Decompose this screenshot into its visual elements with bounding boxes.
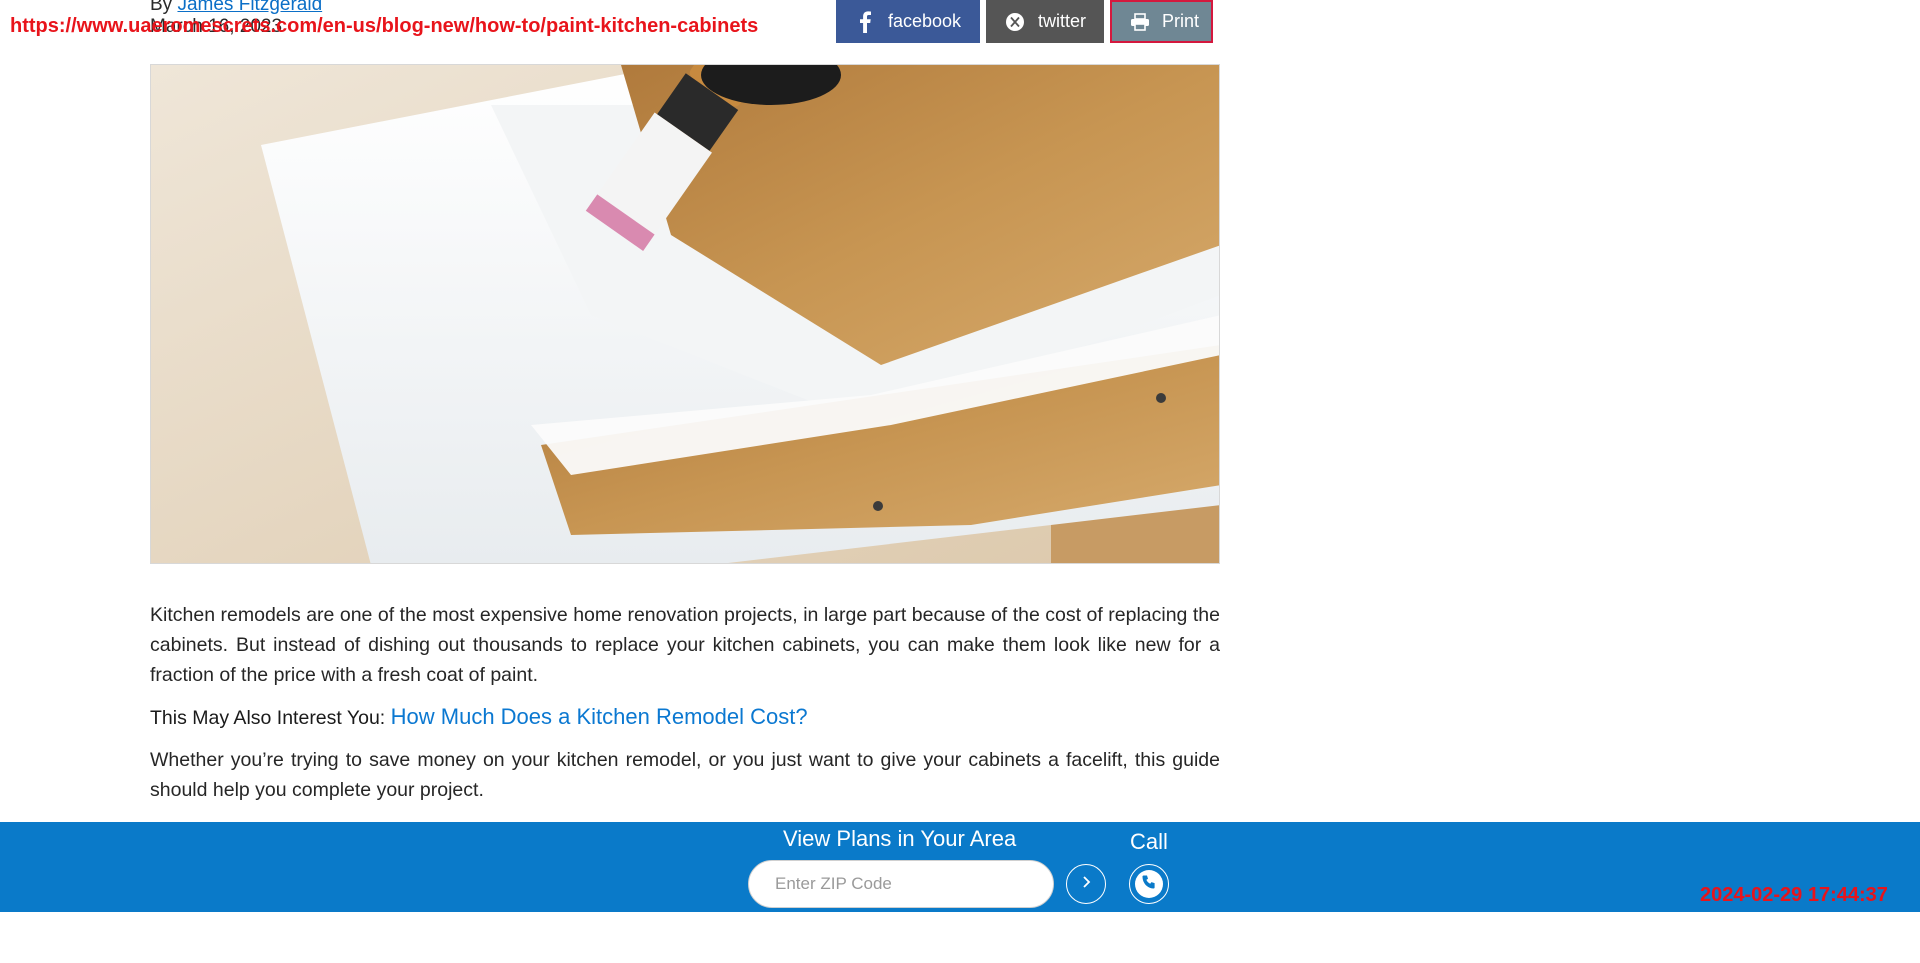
capture-timestamp: 2024-02-29 17:44:37 <box>1700 884 1888 906</box>
related-label: This May Also Interest You: <box>150 707 386 729</box>
call-button[interactable] <box>1129 864 1169 904</box>
facebook-icon <box>854 10 876 33</box>
article-paragraph: Whether you’re trying to save money on y… <box>150 749 1220 801</box>
x-icon <box>1004 11 1026 33</box>
related-article: This May Also Interest You: How Much Doe… <box>150 702 1220 733</box>
byline-prefix: By <box>150 0 173 15</box>
author-link[interactable]: James Fitzgerald <box>177 0 322 15</box>
cta-title: View Plans in Your Area <box>783 826 1017 851</box>
article-paragraph: Kitchen remodels are one of the most exp… <box>150 604 1220 686</box>
facebook-label: facebook <box>888 11 962 31</box>
painted-cabinet-door-image <box>151 65 1219 563</box>
call-label: Call <box>1130 829 1168 854</box>
print-button[interactable]: Print <box>1110 0 1213 43</box>
print-label: Print <box>1162 11 1200 31</box>
twitter-label: twitter <box>1037 11 1086 31</box>
url-overlay: https://www.uaeromescrets.com/en-us/blog… <box>10 15 759 37</box>
article-byline: By James Fitzgerald <box>150 0 322 16</box>
chevron-right-icon <box>1079 875 1093 894</box>
printer-icon <box>1130 11 1150 33</box>
article-body: Kitchen remodels are one of the most exp… <box>150 600 1220 817</box>
related-article-link[interactable]: How Much Does a Kitchen Remodel Cost? <box>391 704 808 729</box>
twitter-share-button[interactable]: twitter <box>986 0 1104 43</box>
zip-code-input[interactable] <box>748 860 1054 908</box>
facebook-share-button[interactable]: facebook <box>836 0 980 43</box>
plans-cta-bar: View Plans in Your Area Call <box>0 822 1920 912</box>
phone-icon <box>1141 874 1157 895</box>
zip-submit-button[interactable] <box>1066 864 1106 904</box>
hero-image <box>150 64 1220 564</box>
